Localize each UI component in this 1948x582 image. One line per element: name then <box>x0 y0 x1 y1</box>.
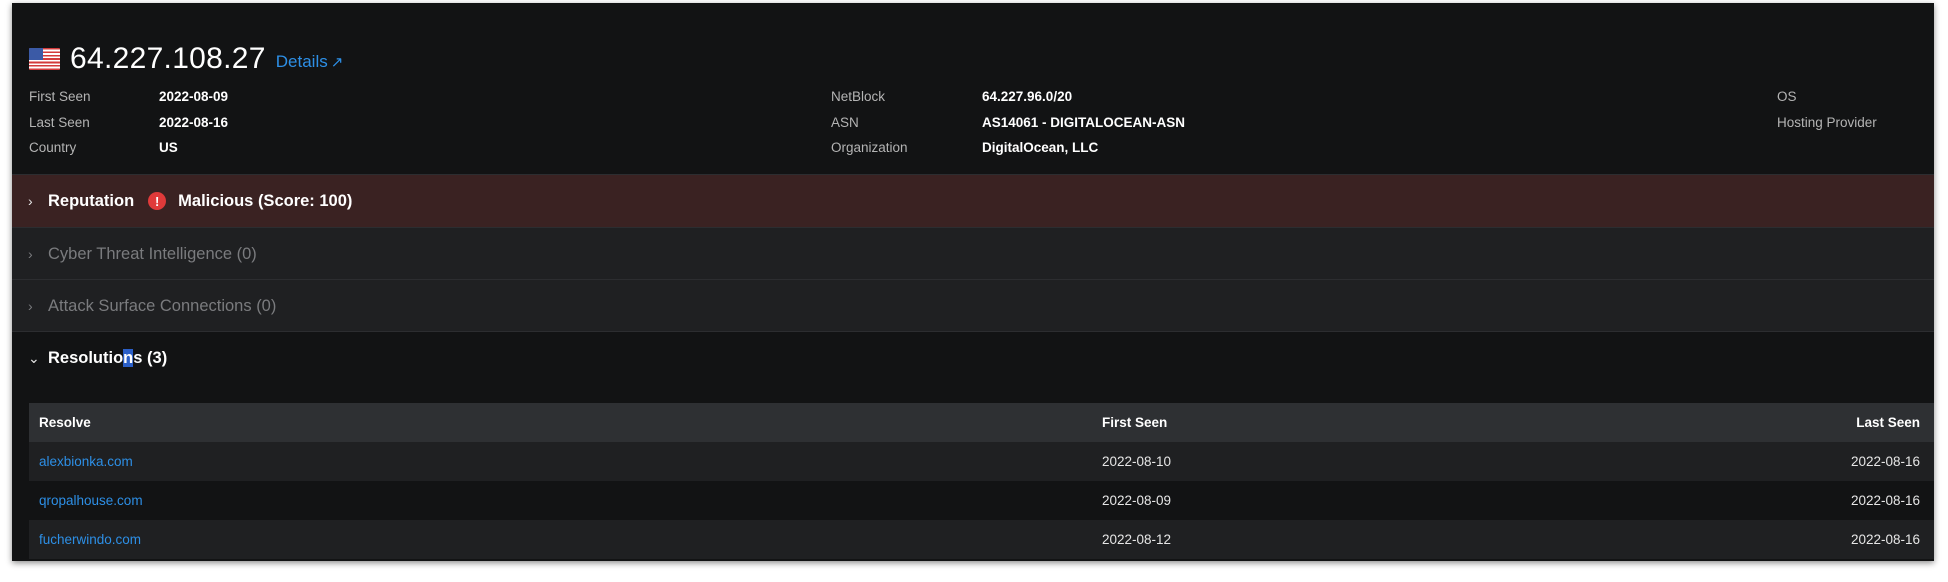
info-column-network: NetBlock 64.227.96.0/20 ASN AS14061 - DI… <box>831 84 1185 161</box>
table-row: fucherwindo.com 2022-08-12 2022-08-16 <box>29 520 1934 559</box>
first-seen-value: 2022-08-09 <box>159 89 229 105</box>
header-resolve[interactable]: Resolve <box>29 415 1102 430</box>
resolutions-section[interactable]: ⌄ Resolutions (3) <box>12 331 1934 384</box>
info-column-host: OS Hosting Provider <box>1777 84 1877 135</box>
asc-title: Attack Surface Connections (0) <box>48 296 277 315</box>
external-arrow-icon: ↗ <box>330 54 344 71</box>
info-row-first-seen: First Seen 2022-08-09 <box>29 84 228 110</box>
info-row-asn: ASN AS14061 - DIGITALOCEAN-ASN <box>831 110 1185 136</box>
chevron-right-icon: › <box>28 193 33 209</box>
last-seen-cell: 2022-08-16 <box>1850 454 1920 469</box>
resolutions-table: Resolve First Seen Last Seen alexbionka.… <box>29 403 1934 559</box>
alert-icon: ! <box>148 192 167 210</box>
header-first-seen[interactable]: First Seen <box>1102 415 1720 430</box>
table-row: alexbionka.com 2022-08-10 2022-08-16 <box>29 442 1934 481</box>
info-row-organization: Organization DigitalOcean, LLC <box>831 135 1185 161</box>
country-value: US <box>159 140 178 156</box>
info-row-os: OS <box>1777 84 1877 110</box>
text-selection-highlight: n <box>123 348 134 367</box>
attack-surface-connections-section[interactable]: › Attack Surface Connections (0) <box>12 279 1934 332</box>
resolve-link[interactable]: fucherwindo.com <box>29 532 1102 547</box>
chevron-down-icon: ⌄ <box>28 349 40 366</box>
ip-header: 64.227.108.27 Details ↗ <box>29 39 343 79</box>
chevron-right-icon: › <box>28 298 33 314</box>
organization-value: DigitalOcean, LLC <box>982 140 1099 156</box>
resolutions-title-part-c: s (3) <box>133 348 168 367</box>
details-link[interactable]: Details ↗ <box>276 52 344 72</box>
details-label: Details <box>275 52 328 71</box>
asn-value: AS14061 - DIGITALOCEAN-ASN <box>982 114 1186 130</box>
cyber-threat-intelligence-section[interactable]: › Cyber Threat Intelligence (0) <box>12 227 1934 280</box>
country-label: Country <box>29 140 77 156</box>
resolve-link[interactable]: alexbionka.com <box>29 454 1102 469</box>
resolve-link[interactable]: qropalhouse.com <box>29 493 1102 508</box>
last-seen-value: 2022-08-16 <box>159 114 229 130</box>
resolutions-title: Resolutions (3) <box>48 348 168 368</box>
info-row-last-seen: Last Seen 2022-08-16 <box>29 110 228 136</box>
chevron-right-icon: › <box>28 246 33 262</box>
reputation-status: Malicious (Score: 100) <box>178 191 353 210</box>
table-header: Resolve First Seen Last Seen <box>29 403 1934 442</box>
hosting-provider-label: Hosting Provider <box>1777 114 1877 130</box>
first-seen-cell: 2022-08-10 <box>1102 454 1172 469</box>
cti-title: Cyber Threat Intelligence (0) <box>48 244 257 263</box>
info-row-netblock: NetBlock 64.227.96.0/20 <box>831 84 1185 110</box>
us-flag-icon <box>29 48 60 70</box>
os-label: OS <box>1777 89 1797 105</box>
reputation-section[interactable]: › Reputation ! Malicious (Score: 100) <box>12 174 1934 227</box>
last-seen-label: Last Seen <box>29 114 90 130</box>
netblock-label: NetBlock <box>831 89 886 105</box>
ip-detail-panel: 64.227.108.27 Details ↗ First Seen 2022-0… <box>12 3 1934 561</box>
info-row-hosting: Hosting Provider <box>1777 110 1877 136</box>
info-column-dates: First Seen 2022-08-09 Last Seen 2022-08-… <box>29 84 228 161</box>
header-last-seen[interactable]: Last Seen <box>1720 415 1934 430</box>
first-seen-label: First Seen <box>29 89 91 105</box>
netblock-value: 64.227.96.0/20 <box>982 89 1073 105</box>
info-row-country: Country US <box>29 135 228 161</box>
first-seen-cell: 2022-08-09 <box>1102 493 1172 508</box>
resolutions-title-part-a: Resolutio <box>48 348 124 367</box>
last-seen-cell: 2022-08-16 <box>1850 532 1920 547</box>
last-seen-cell: 2022-08-16 <box>1850 493 1920 508</box>
ip-address: 64.227.108.27 <box>70 42 266 75</box>
asn-label: ASN <box>831 114 859 130</box>
reputation-title: Reputation <box>48 191 135 210</box>
first-seen-cell: 2022-08-12 <box>1102 532 1172 547</box>
table-row: qropalhouse.com 2022-08-09 2022-08-16 <box>29 481 1934 520</box>
organization-label: Organization <box>831 140 908 156</box>
